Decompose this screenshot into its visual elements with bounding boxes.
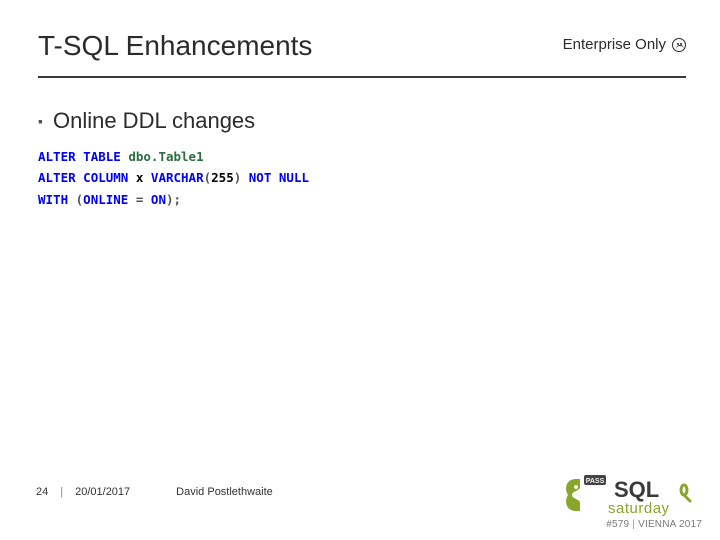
edition-badge: Enterprise Only: [563, 36, 686, 53]
sql-saturday-logo-icon: PASS SQL saturday: [562, 473, 702, 517]
code-token: ONLINE: [83, 192, 128, 207]
logo-pass-text: PASS: [586, 478, 605, 485]
code-token: (: [204, 170, 212, 185]
code-token: WITH: [38, 192, 68, 207]
code-token: 255: [211, 170, 234, 185]
code-token: VARCHAR: [151, 170, 204, 185]
code-token: NOT: [249, 170, 272, 185]
code-token: ON: [151, 192, 166, 207]
content-area: ▪ Online DDL changes ALTER TABLE dbo.Tab…: [0, 78, 720, 210]
code-token: TABLE: [83, 149, 121, 164]
footer-meta: 24 | 20/01/2017 David Postlethwaite: [36, 486, 273, 498]
code-token: dbo.Table1: [128, 149, 203, 164]
footer-separator: |: [60, 486, 63, 498]
event-divider: |: [629, 519, 638, 530]
edition-badge-text: Enterprise Only: [563, 36, 666, 53]
code-token: );: [166, 192, 181, 207]
code-token: x: [136, 170, 144, 185]
footer-date: 20/01/2017: [75, 486, 130, 498]
event-number: #579: [606, 519, 629, 530]
page-number: 24: [36, 486, 48, 498]
event-logo: PASS SQL saturday #579|VIENNA 2017: [562, 473, 702, 530]
logo-sql-text: SQL: [614, 477, 659, 502]
code-token: ALTER: [38, 149, 76, 164]
sad-face-icon: [672, 38, 686, 52]
code-token: =: [136, 192, 144, 207]
event-tag: #579|VIENNA 2017: [562, 519, 702, 530]
code-token: NULL: [279, 170, 309, 185]
code-token: COLUMN: [83, 170, 128, 185]
footer-author: David Postlethwaite: [176, 486, 273, 498]
code-token: ALTER: [38, 170, 76, 185]
header-row: T-SQL Enhancements Enterprise Only: [0, 0, 720, 72]
code-token: ): [234, 170, 242, 185]
code-block: ALTER TABLE dbo.Table1 ALTER COLUMN x VA…: [38, 146, 682, 210]
footer: 24 | 20/01/2017 David Postlethwaite PASS…: [0, 468, 720, 540]
bullet-item: ▪ Online DDL changes: [38, 108, 682, 134]
bullet-icon: ▪: [38, 114, 43, 128]
bullet-label: Online DDL changes: [53, 108, 255, 134]
logo-saturday-text: saturday: [608, 500, 670, 517]
event-location: VIENNA 2017: [638, 519, 702, 530]
slide: T-SQL Enhancements Enterprise Only ▪ Onl…: [0, 0, 720, 540]
page-title: T-SQL Enhancements: [38, 30, 312, 62]
